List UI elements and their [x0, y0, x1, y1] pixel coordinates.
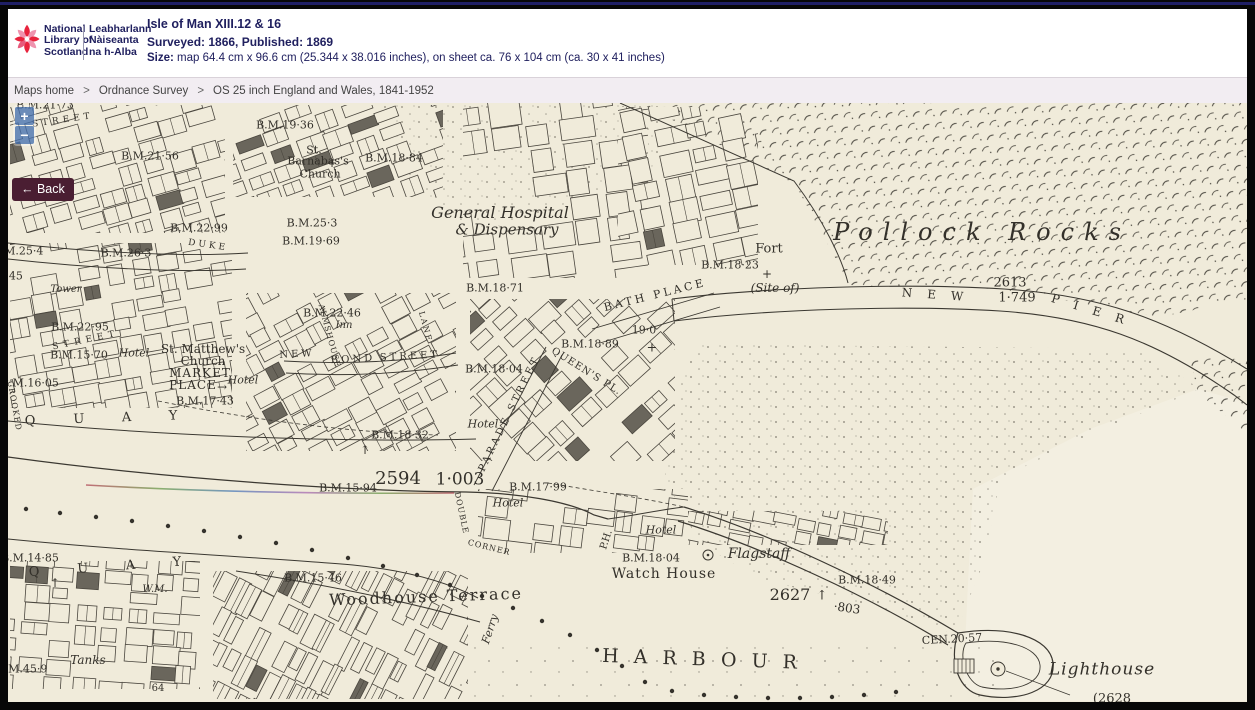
- brand-english: National Library of Scotland: [44, 24, 92, 58]
- page-title: Isle of Man XIII.12 & 16: [147, 17, 665, 31]
- page: National Library of Scotland Leabharlann…: [8, 9, 1247, 702]
- brand-line: Scotland: [44, 47, 92, 58]
- back-button[interactable]: ← Back: [12, 178, 74, 201]
- top-accent-line: [0, 2, 1255, 5]
- zoom-in-button[interactable]: +: [15, 107, 34, 125]
- brand-line: na h-Alba: [89, 47, 151, 58]
- size-value: map 64.4 cm x 96.6 cm (25.344 x 38.016 i…: [174, 52, 665, 64]
- breadcrumb-separator: >: [197, 85, 204, 97]
- breadcrumb: Maps home > Ordnance Survey > OS 25 inch…: [8, 77, 1247, 103]
- site-header: National Library of Scotland Leabharlann…: [8, 9, 1247, 77]
- nls-logo-icon: [12, 17, 42, 61]
- map-canvas[interactable]: B.M.21·73STREETB.M.21·56B.M.19·36St.Barn…: [8, 103, 1247, 702]
- nls-logo[interactable]: [12, 17, 42, 66]
- brand-line: Nàiseanta: [89, 35, 151, 46]
- size-label: Size:: [147, 52, 174, 64]
- breadcrumb-ordnance-survey[interactable]: Ordnance Survey: [99, 85, 189, 97]
- brand-line: Library of: [44, 35, 92, 46]
- survey-date-line: Surveyed: 1866, Published: 1869: [147, 36, 665, 49]
- breadcrumb-separator: >: [83, 85, 90, 97]
- brand-divider: [83, 26, 84, 60]
- map-title-block: Isle of Man XIII.12 & 16 Surveyed: 1866,…: [147, 17, 665, 65]
- zoom-out-button[interactable]: −: [15, 126, 34, 144]
- breadcrumb-maps-home[interactable]: Maps home: [14, 85, 74, 97]
- zoom-control: + −: [13, 105, 36, 146]
- brand-gaelic: Leabharlann Nàiseanta na h-Alba: [89, 24, 151, 58]
- breadcrumb-current-series[interactable]: OS 25 inch England and Wales, 1841-1952: [213, 85, 434, 97]
- map-image: [8, 103, 1247, 702]
- size-line: Size: map 64.4 cm x 96.6 cm (25.344 x 38…: [147, 52, 665, 65]
